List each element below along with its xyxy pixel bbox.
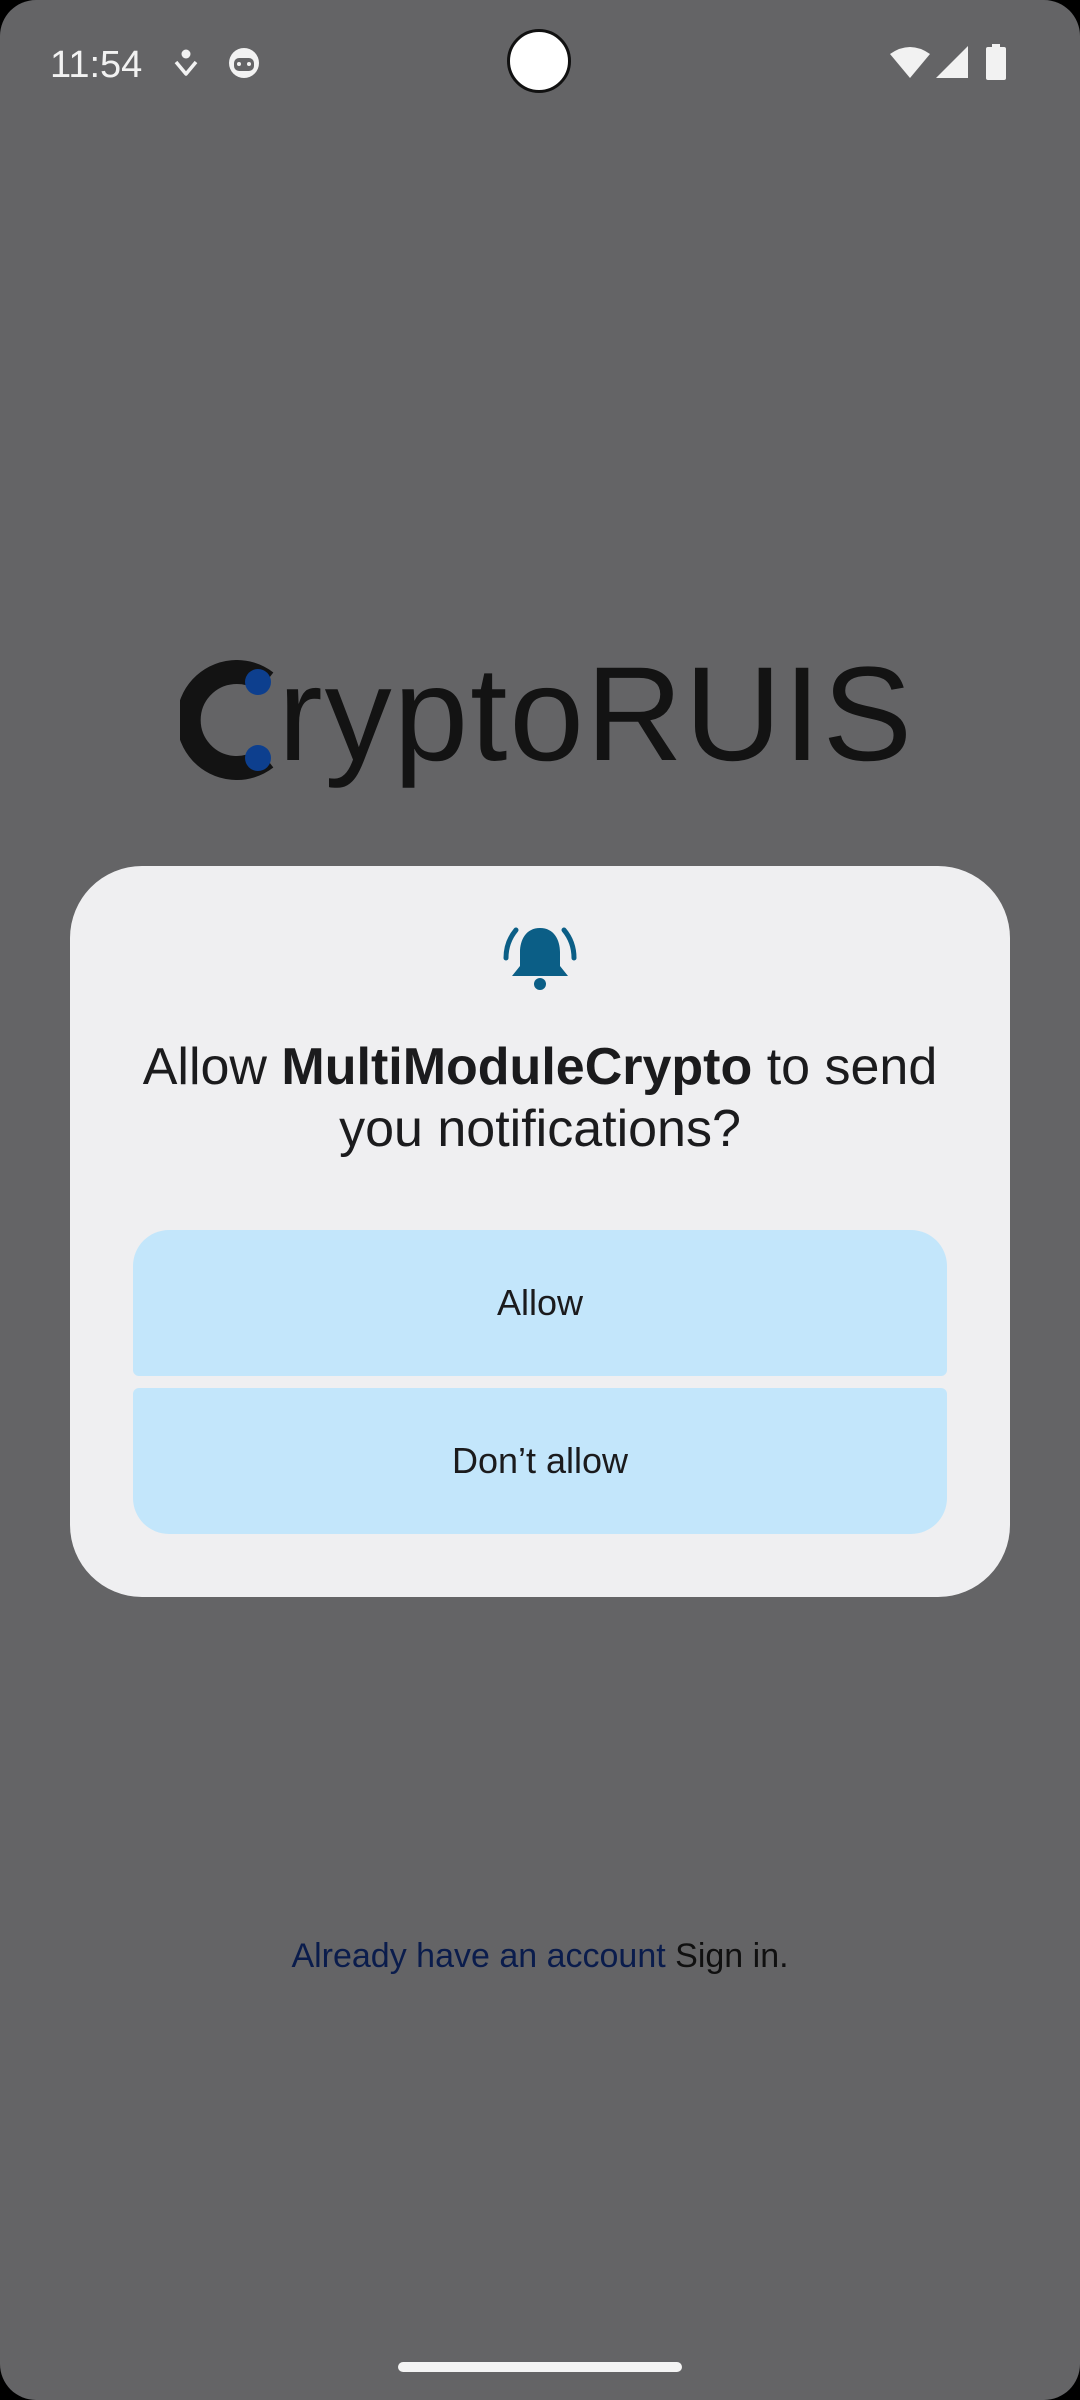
bell-icon: [503, 927, 577, 990]
logo-text: ryptoRUIS: [278, 640, 915, 789]
wifi-icon: [890, 47, 930, 78]
sign-in-prompt: Already have an account Sign in.: [0, 1932, 1080, 1980]
status-time: 11:54: [50, 44, 143, 86]
accessibility-icon: [174, 49, 198, 76]
cell-signal-icon: [936, 46, 968, 78]
dialog-title-prefix: Allow: [142, 1038, 282, 1096]
allow-button[interactable]: Allow: [133, 1230, 947, 1376]
screen: 11:54 ryptoRUIS Allow MultiModuleCrypto …: [0, 0, 1080, 2400]
app-name: MultiModuleCrypto: [281, 1038, 753, 1096]
dialog-title: Allow MultiModuleCrypto to send you noti…: [110, 1036, 970, 1160]
home-indicator[interactable]: [398, 2362, 682, 2372]
status-bar: 11:54: [0, 0, 1080, 130]
face-icon: [229, 48, 259, 78]
sign-in-link[interactable]: Sign in.: [675, 1937, 788, 1975]
already-have-account-text: Already have an account: [291, 1937, 666, 1975]
dont-allow-button[interactable]: Don’t allow: [133, 1388, 947, 1534]
app-logo: ryptoRUIS: [180, 640, 920, 790]
logo-c-mark: [180, 660, 274, 780]
notification-permission-dialog: Allow MultiModuleCrypto to send you noti…: [70, 866, 1010, 1597]
camera-cutout: [507, 29, 571, 93]
battery-icon: [986, 44, 1006, 80]
